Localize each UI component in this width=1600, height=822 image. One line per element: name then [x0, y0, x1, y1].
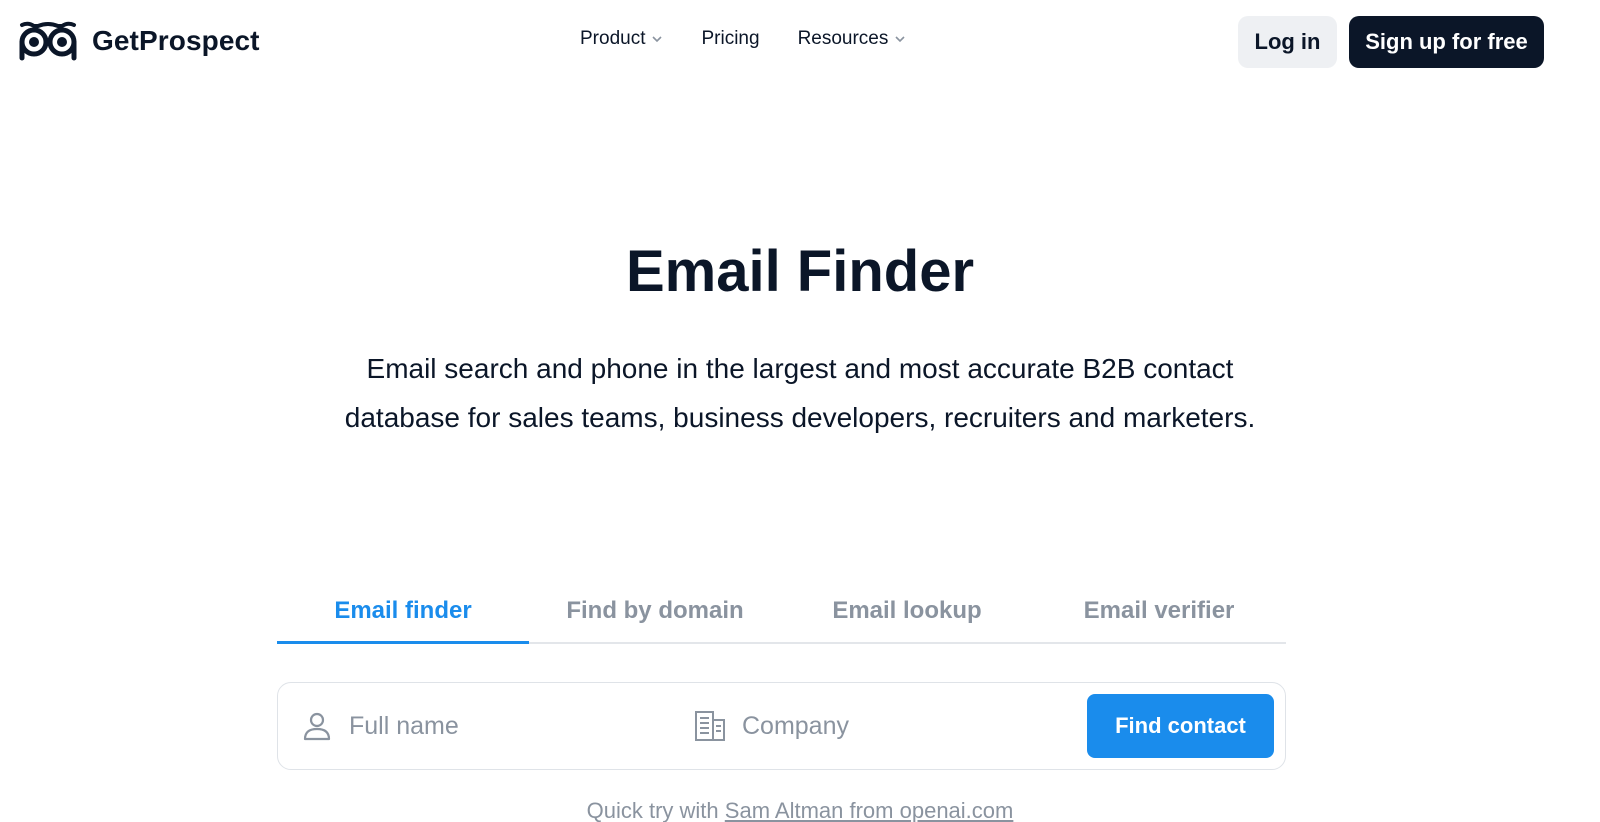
company-input[interactable]	[742, 711, 1042, 741]
page-title: Email Finder	[625, 239, 975, 304]
quick-try: Quick try with Sam Altman from openai.co…	[0, 798, 1600, 822]
full-name-input[interactable]	[349, 711, 649, 741]
nav-item-label: Pricing	[701, 28, 760, 49]
tab-email-verifier[interactable]: Email verifier	[1033, 580, 1285, 642]
nav-item-label: Resources	[797, 28, 889, 49]
quick-try-link[interactable]: Sam Altman from openai.com	[725, 798, 1014, 822]
find-contact-button[interactable]: Find contact	[1087, 694, 1274, 758]
nav-item-pricing[interactable]: Pricing	[701, 28, 759, 50]
main-nav: Product Pricing Resources	[580, 28, 906, 50]
nav-item-label: Product	[580, 28, 646, 49]
login-button[interactable]: Log in	[1238, 16, 1337, 68]
owl-eyes-icon	[19, 21, 77, 61]
nav-item-product[interactable]: Product	[580, 28, 663, 50]
chevron-down-icon	[652, 36, 663, 43]
logo[interactable]: GetProspect	[18, 20, 260, 62]
site-header: GetProspect Product Pricing Resources Lo…	[0, 0, 1600, 84]
signup-button[interactable]: Sign up for free	[1349, 16, 1544, 68]
brand-name: GetProspect	[92, 25, 260, 56]
tab-email-lookup[interactable]: Email lookup	[781, 580, 1033, 642]
full-name-field-wrapper	[300, 683, 660, 769]
page-subtitle: Email search and phone in the largest an…	[344, 353, 1256, 433]
search-form: Find contact	[277, 682, 1286, 770]
quick-try-prefix: Quick try with	[586, 798, 719, 822]
tab-find-by-domain[interactable]: Find by domain	[529, 580, 781, 642]
building-icon	[695, 711, 725, 741]
person-icon	[303, 712, 331, 741]
tab-email-finder[interactable]: Email finder	[277, 580, 529, 644]
tool-tabs: Email finder Find by domain Email lookup…	[277, 580, 1286, 644]
chevron-down-icon	[895, 36, 905, 43]
nav-item-resources[interactable]: Resources	[798, 28, 907, 50]
company-field-wrapper	[693, 683, 1053, 769]
